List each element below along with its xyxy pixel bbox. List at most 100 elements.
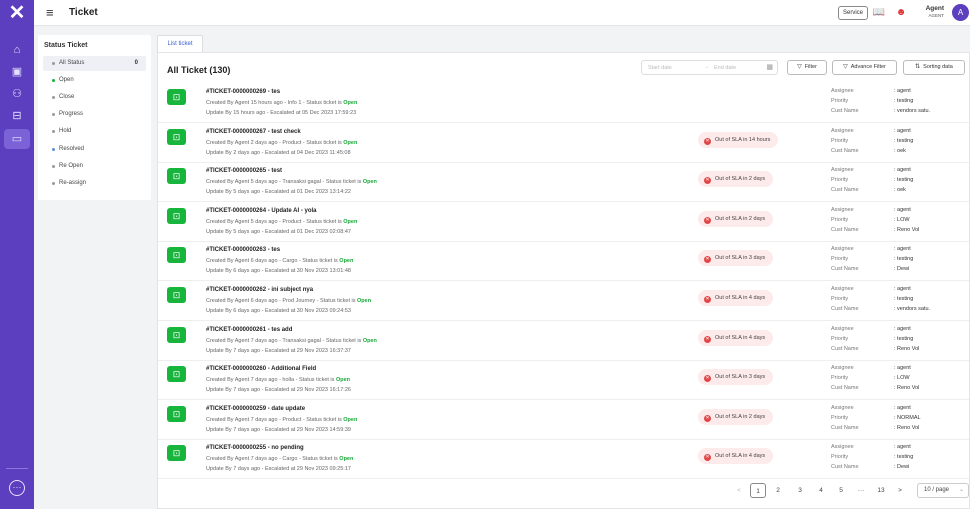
ticket-created-text: Created By Agent 7 days ago - Product - … [206, 416, 344, 423]
start-date-input[interactable]: Start date [648, 65, 672, 71]
sla-badge: ✕ Out of SLA in 2 days [698, 408, 774, 425]
page-size-select[interactable]: 10 / page ⌄ [917, 483, 969, 498]
status-item-open[interactable]: Open [43, 73, 146, 88]
date-range-picker[interactable]: Start date → End date ▦ [641, 60, 778, 75]
table-row[interactable]: ⊡ #TICKET-0000000260 - Additional Field Cr… [158, 360, 969, 401]
advance-filter-button[interactable]: ▽ Advance Filter [832, 60, 897, 75]
table-row[interactable]: ⊡ #TICKET-0000000255 - no pending Created … [158, 439, 969, 480]
sla-badge: ✕ Out of SLA in 2 days [698, 171, 774, 188]
table-row[interactable]: ⊡ #TICKET-0000000259 - date update Created… [158, 400, 969, 440]
status-badge: Open [343, 416, 358, 423]
status-item-re-open[interactable]: Re Open [43, 159, 146, 174]
ticket-title[interactable]: #TICKET-0000000262 - ini subject nya [206, 287, 313, 293]
ticket-created-line: Created By Agent 7 days ago - holla - St… [206, 377, 350, 383]
next-page-button[interactable]: > [893, 483, 907, 498]
cust-name-label: Cust Name [831, 345, 859, 352]
prev-page-button[interactable]: < [732, 483, 746, 498]
table-row[interactable]: ⊡ #TICKET-0000000263 - tes Created By Agen… [158, 241, 969, 282]
ticket-icon: ⊡ [167, 366, 186, 383]
notification-icon[interactable]: ☻ [894, 6, 908, 20]
avatar[interactable]: A [952, 4, 969, 21]
calendar-icon[interactable]: ▣ [9, 64, 25, 80]
status-item-resolved[interactable]: Resolved [43, 142, 146, 157]
table-row[interactable]: ⊡ #TICKET-0000000261 - tes add Created By … [158, 321, 969, 361]
agent-role: AGENT [928, 13, 944, 18]
ticket-title[interactable]: #TICKET-0000000255 - no pending [206, 445, 304, 451]
page-5-button[interactable]: 5 [833, 483, 849, 498]
sla-text: Out of SLA in 2 days [715, 176, 766, 183]
priority-value: : testing [894, 177, 914, 184]
page-2-button[interactable]: 2 [770, 483, 786, 498]
ticket-update-line: Update By 7 days ago - Escalated at 29 N… [206, 387, 351, 394]
ticket-title[interactable]: #TICKET-0000000269 - tes [206, 89, 280, 95]
ticket-icon[interactable]: ▭ [4, 129, 30, 149]
assignee-value: : agent [894, 286, 911, 292]
status-item-close[interactable]: Close [43, 90, 146, 105]
sorting-data-button[interactable]: ⇅ Sorting data [903, 60, 965, 75]
status-item-label: All Status [59, 60, 85, 66]
sla-badge: ✕ Out of SLA in 2 days [698, 210, 774, 227]
ticket-title[interactable]: #TICKET-0000000259 - date update [206, 406, 305, 412]
status-item-hold[interactable]: Hold [43, 124, 146, 139]
status-item-progress[interactable]: Progress [43, 107, 146, 122]
ticket-title[interactable]: #TICKET-0000000260 - Additional Field [206, 366, 316, 372]
ticket-title[interactable]: #TICKET-0000000263 - tes [206, 247, 280, 253]
app-logo-icon[interactable]: ✕ [7, 3, 27, 23]
ticket-created-text: Created By Agent 2 days ago - Product - … [206, 139, 344, 146]
ticket-created-text: Created By Agent 5 days ago - Product - … [206, 218, 344, 225]
page-13-button[interactable]: 13 [873, 483, 889, 498]
end-date-input[interactable]: End date [714, 65, 736, 71]
status-badge: Open [343, 100, 358, 106]
table-row[interactable]: ⊡ #TICKET-0000000267 - test check Created … [158, 123, 969, 163]
filter-button[interactable]: ▽ Filter [787, 60, 827, 75]
book-icon[interactable]: 📖 [872, 6, 886, 20]
assignee-label: Assignee [831, 365, 854, 372]
cust-name-label: Cust Name [831, 187, 859, 194]
status-dot-icon [52, 147, 55, 151]
cust-name-value: : Reno Vol [894, 345, 920, 352]
cust-name-value: : Dewi [894, 464, 910, 471]
table-row[interactable]: ⊡ #TICKET-0000000262 - ini subject nya Cre… [158, 281, 969, 321]
status-badge: Open [362, 337, 377, 344]
chat-icon[interactable]: ··· [9, 480, 25, 496]
status-badge: Open [357, 298, 372, 304]
page-ellipsis[interactable]: ··· [853, 483, 869, 498]
ticket-update-line: Update By 7 days ago - Escalated at 29 N… [206, 466, 351, 473]
ticket-title[interactable]: #TICKET-0000000267 - test check [206, 129, 301, 135]
ticket-title[interactable]: #TICKET-0000000265 - test [206, 168, 282, 174]
page-1-button[interactable]: 1 [750, 483, 766, 498]
left-rail: ✕ ⌂ ▣ ⚇ ⊟ ▭ ··· [0, 0, 34, 509]
sla-text: Out of SLA in 3 days [715, 255, 766, 262]
priority-value: : testing [894, 454, 914, 461]
assignee-value: : agent [894, 325, 911, 332]
home-icon[interactable]: ⌂ [9, 42, 25, 58]
users-icon[interactable]: ⚇ [9, 86, 25, 102]
ticket-title[interactable]: #TICKET-0000000261 - tes add [206, 327, 292, 333]
sort-icon: ⇅ [915, 64, 921, 70]
inbox-icon[interactable]: ⊟ [9, 108, 25, 124]
ticket-update-line: Update By 5 days ago - Escalated at 01 D… [206, 189, 351, 196]
ticket-icon: ⊡ [167, 326, 186, 343]
ticket-update-line: Update By 6 days ago - Escalated at 30 N… [206, 308, 351, 314]
ticket-created-line: Created By Agent 5 days ago - Product - … [206, 219, 357, 225]
table-row[interactable]: ⊡ #TICKET-0000000269 - tes Created By Agen… [158, 83, 969, 123]
page-3-button[interactable]: 3 [792, 483, 808, 498]
assignee-value: : agent [894, 444, 911, 451]
hamburger-menu-icon[interactable]: ≡ [46, 6, 54, 19]
status-item-all-status[interactable]: All Status 0 [43, 56, 146, 71]
tab-list-ticket[interactable]: List ticket [157, 35, 203, 52]
page-4-button[interactable]: 4 [813, 483, 829, 498]
table-row[interactable]: ⊡ #TICKET-0000000264 - Update AI - yola Cr… [158, 202, 969, 242]
sla-badge: ✕ Out of SLA in 4 days [698, 329, 774, 346]
cust-name-label: Cust Name [831, 464, 859, 471]
ticket-created-text: Created By Agent 7 days ago - holla - St… [206, 377, 336, 384]
table-row[interactable]: ⊡ #TICKET-0000000265 - test Created By Age… [158, 162, 969, 203]
assignee-label: Assignee [831, 444, 854, 451]
filter-label: Filter [804, 64, 817, 70]
status-dot-icon [52, 62, 55, 65]
sorting-label: Sorting data [923, 64, 953, 70]
ticket-title[interactable]: #TICKET-0000000264 - Update AI - yola [206, 208, 317, 214]
sla-badge: ✕ Out of SLA in 3 days [698, 369, 774, 386]
status-item-re-assign[interactable]: Re-assign [43, 176, 146, 191]
service-button[interactable]: Service [838, 6, 869, 20]
